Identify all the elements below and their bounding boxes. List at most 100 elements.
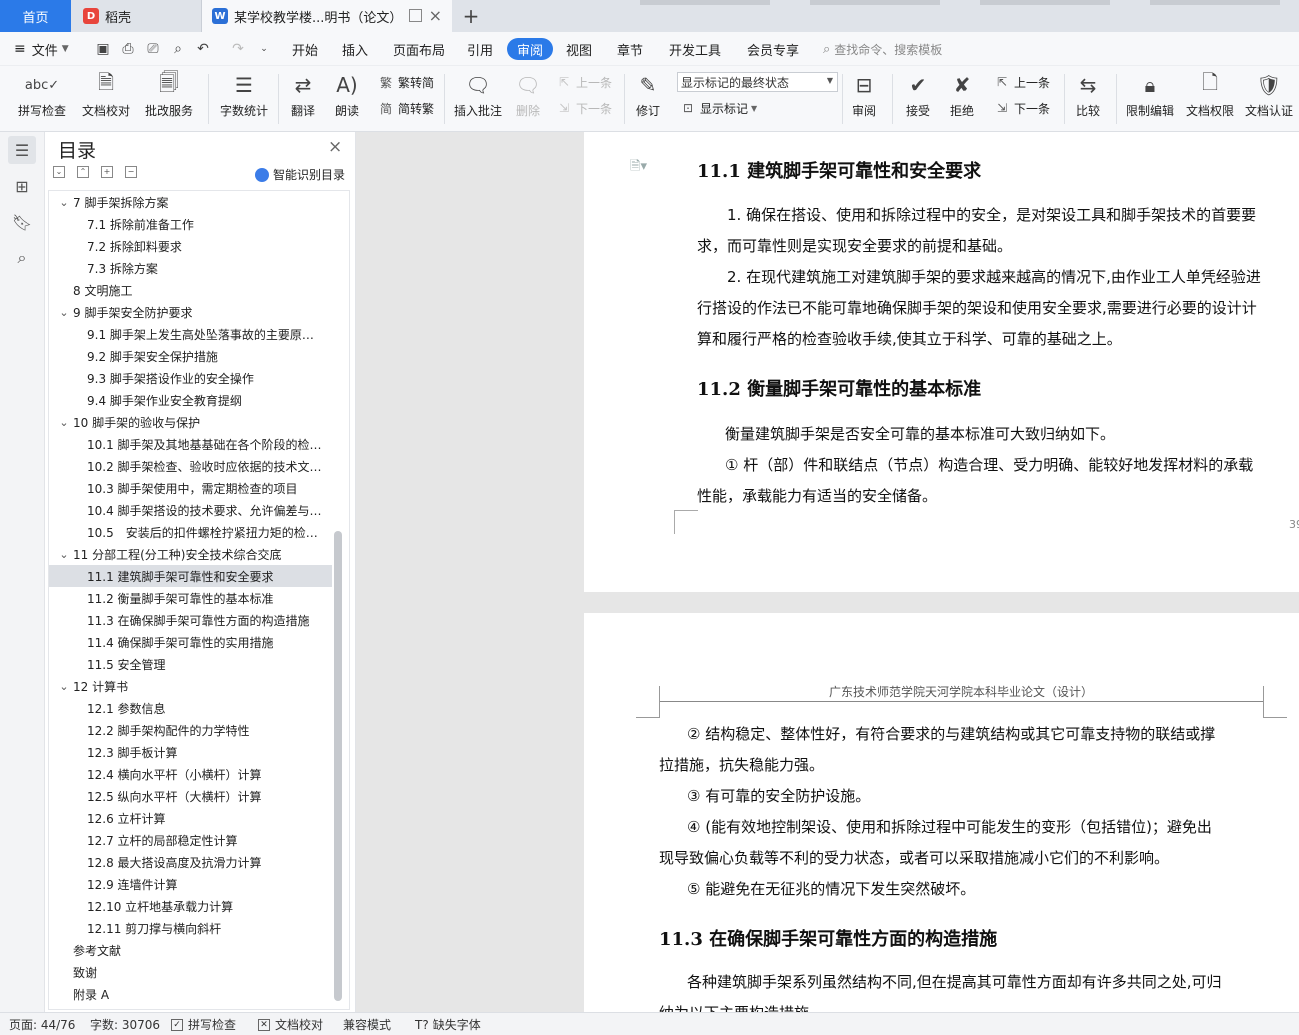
toc-item[interactable]: 12.10 立杆地基承载力计算: [49, 895, 332, 917]
toc-item[interactable]: 11.1 建筑脚手架可靠性和安全要求: [49, 565, 332, 587]
redo-icon[interactable]: ↷: [230, 41, 246, 57]
toc-item[interactable]: 附录 A: [49, 983, 332, 1005]
toc-item[interactable]: ⌄ 9 脚手架安全防护要求: [49, 301, 332, 323]
toc-item[interactable]: 7.1 拆除前准备工作: [49, 213, 332, 235]
toc-item[interactable]: 11.4 确保脚手架可靠性的实用措施: [49, 631, 332, 653]
tab-daoke[interactable]: D 稻壳: [71, 0, 202, 32]
toc-item[interactable]: 12.1 参数信息: [49, 697, 332, 719]
chevron-down-icon[interactable]: ⌄: [57, 680, 71, 693]
tab-document[interactable]: W 某学校教学楼...明书（论文） ×: [202, 0, 452, 32]
menu-chapter[interactable]: 章节: [617, 32, 643, 66]
toc-item[interactable]: 9.3 脚手架搭设作业的安全操作: [49, 367, 332, 389]
save-icon[interactable]: ▣: [95, 41, 111, 57]
show-markup-button[interactable]: ⊡ 显示标记 ▼: [680, 97, 757, 119]
toc-item[interactable]: 12.3 脚手板计算: [49, 741, 332, 763]
menu-page-layout[interactable]: 页面布局: [393, 32, 445, 66]
body-paragraph[interactable]: ② 结构稳定、整体性好，有符合要求的与建筑结构或其它可靠支持物的联结或撑: [687, 723, 1215, 744]
remove-heading-icon[interactable]: −: [125, 166, 137, 178]
prev-comment-button[interactable]: ⇱ 上一条: [556, 71, 612, 93]
expand-all-icon[interactable]: ⌃: [77, 166, 89, 178]
toc-item[interactable]: 12.8 最大搭设高度及抗滑力计算: [49, 851, 332, 873]
toc-item[interactable]: 参考文献: [49, 939, 332, 961]
toc-item[interactable]: 10.2 脚手架检查、验收时应依据的技术文…: [49, 455, 332, 477]
print-icon[interactable]: ⎚: [145, 41, 161, 57]
word-count-status[interactable]: 字数: 30706: [90, 1016, 160, 1033]
toc-item[interactable]: 11.3 在确保脚手架可靠性方面的构造措施: [49, 609, 332, 631]
toc-item[interactable]: 致谢: [49, 961, 332, 983]
chevron-down-icon[interactable]: ⌄: [57, 196, 71, 209]
word-count-button[interactable]: ☰ 字数统计: [218, 70, 270, 128]
tab-home[interactable]: 首页: [0, 0, 71, 32]
toc-item[interactable]: 10.3 脚手架使用中，需定期检查的项目: [49, 477, 332, 499]
bookmark-icon[interactable]: 🔖︎: [8, 208, 36, 236]
toc-item[interactable]: 7.3 拆除方案: [49, 257, 332, 279]
toc-item[interactable]: ⌄ 10 脚手架的验收与保护: [49, 411, 332, 433]
search-icon[interactable]: ⌕: [8, 244, 36, 272]
delete-comment-button[interactable]: 🗨 删除: [510, 70, 546, 128]
menu-insert[interactable]: 插入: [342, 32, 368, 66]
quick-access-more-icon[interactable]: ⌄: [256, 41, 272, 57]
toc-item[interactable]: 11.5 安全管理: [49, 653, 332, 675]
compare-button[interactable]: ⇆ 比较: [1070, 70, 1106, 128]
heading-11-1[interactable]: 11.1 建筑脚手架可靠性和安全要求: [697, 157, 981, 183]
command-search[interactable]: ⌕ 查找命令、搜索模板: [823, 32, 942, 66]
menu-review[interactable]: 审阅: [507, 38, 554, 60]
body-paragraph[interactable]: 算和履行严格的检查验收手续,使其立于科学、可靠的基础之上。: [697, 328, 1122, 349]
spellcheck-status[interactable]: ✓ 拼写检查: [171, 1016, 236, 1033]
annotate-service-button[interactable]: 🗐 批改服务: [140, 70, 198, 128]
toc-item[interactable]: 10.5 安装后的扣件螺栓拧紧扭力矩的检…: [49, 521, 332, 543]
body-paragraph[interactable]: 现导致偏心负载等不利的受力状态，或者可以采取措施减小它们的不利影响。: [659, 847, 1169, 868]
chevron-down-icon[interactable]: ⌄: [57, 416, 71, 429]
toc-item[interactable]: 11.2 衡量脚手架可靠性的基本标准: [49, 587, 332, 609]
reject-button[interactable]: ✘ 拒绝: [944, 70, 980, 128]
menu-start[interactable]: 开始: [292, 32, 318, 66]
body-paragraph[interactable]: 各种建筑脚手架系列虽然结构不同,但在提高其可靠性方面却有许多共同之处,可归: [687, 971, 1222, 992]
restrict-edit-button[interactable]: 🔒︎ 限制编辑: [1124, 70, 1176, 128]
toc-item[interactable]: 9.4 脚手架作业安全教育提纲: [49, 389, 332, 411]
next-comment-button[interactable]: ⇲ 下一条: [556, 97, 612, 119]
translate-button[interactable]: ⇄ 翻译: [286, 70, 320, 128]
export-pdf-icon[interactable]: ⎙: [120, 41, 136, 57]
window-mode-icon[interactable]: [409, 9, 422, 22]
simp-to-trad-button[interactable]: 简简转繁: [378, 97, 434, 119]
chevron-down-icon[interactable]: ⌄: [57, 306, 71, 319]
body-paragraph[interactable]: 拉措施，抗失稳能力强。: [659, 754, 824, 775]
next-change-button[interactable]: ⇲ 下一条: [994, 97, 1050, 119]
body-paragraph[interactable]: ④ (能有效地控制架设、使用和拆除过程中可能发生的变形（包括错位)；避免出: [687, 816, 1212, 837]
body-paragraph[interactable]: 1. 确保在搭设、使用和拆除过程中的安全，是对架设工具和脚手架技术的首要要: [727, 204, 1256, 225]
page-indicator[interactable]: 页面: 44/76: [9, 1016, 75, 1033]
toc-item[interactable]: 12.5 纵向水平杆（大横杆）计算: [49, 785, 332, 807]
toc-item[interactable]: 7.2 拆除卸料要求: [49, 235, 332, 257]
close-icon[interactable]: ×: [328, 137, 342, 157]
paragraph-marker-icon[interactable]: 🗎▾: [630, 157, 647, 179]
body-paragraph[interactable]: 性能，承载能力有适当的安全储备。: [697, 485, 937, 506]
toc-item[interactable]: ⌄ 12 计算书: [49, 675, 332, 697]
collapse-all-icon[interactable]: ⌄: [53, 166, 65, 178]
toc-item[interactable]: 10.1 脚手架及其地基基础在各个阶段的检…: [49, 433, 332, 455]
compat-mode-status[interactable]: 兼容模式: [343, 1016, 391, 1033]
trad-to-simp-button[interactable]: 繁繁转简: [378, 71, 434, 93]
body-paragraph[interactable]: 行搭设的作法已不能可靠地确保脚手架的架设和使用安全要求,需要进行必要的设计计: [697, 297, 1257, 318]
review-button[interactable]: ⊟ 审阅: [846, 70, 882, 128]
toc-item[interactable]: ⌄ 7 脚手架拆除方案: [49, 191, 332, 213]
toc-item[interactable]: 10.4 脚手架搭设的技术要求、允许偏差与…: [49, 499, 332, 521]
heading-11-3[interactable]: 11.3 在确保脚手架可靠性方面的构造措施: [659, 925, 997, 951]
body-paragraph[interactable]: 纳为以下主要构造措施: [659, 1002, 809, 1012]
menu-view[interactable]: 视图: [566, 32, 592, 66]
revise-button[interactable]: ✎ 修订: [630, 70, 666, 128]
toc-icon[interactable]: ☰: [8, 136, 36, 164]
chapter-nav-icon[interactable]: ⊞: [8, 172, 36, 200]
close-tab-icon[interactable]: ×: [429, 6, 442, 25]
smart-toc-button[interactable]: 智能识别目录: [255, 166, 345, 183]
body-paragraph[interactable]: ③ 有可靠的安全防护设施。: [687, 785, 870, 806]
body-paragraph[interactable]: ⑤ 能避免在无征兆的情况下发生突然破坏。: [687, 878, 975, 899]
doc-cert-button[interactable]: 🛡︎ 文档认证: [1242, 70, 1296, 128]
new-tab-button[interactable]: +: [458, 0, 484, 32]
file-menu[interactable]: ≡ 文件 ▼: [14, 32, 69, 66]
read-aloud-button[interactable]: A︎) 朗读: [330, 70, 364, 128]
missing-font-status[interactable]: T? 缺失字体: [415, 1016, 481, 1033]
toc-scrollbar[interactable]: [334, 531, 342, 1001]
body-paragraph[interactable]: 2. 在现代建筑施工对建筑脚手架的要求越来越高的情况下,由作业工人单凭经验进: [727, 266, 1261, 287]
toc-item[interactable]: 9.2 脚手架安全保护措施: [49, 345, 332, 367]
insert-comment-button[interactable]: 🗨 插入批注: [452, 70, 504, 128]
